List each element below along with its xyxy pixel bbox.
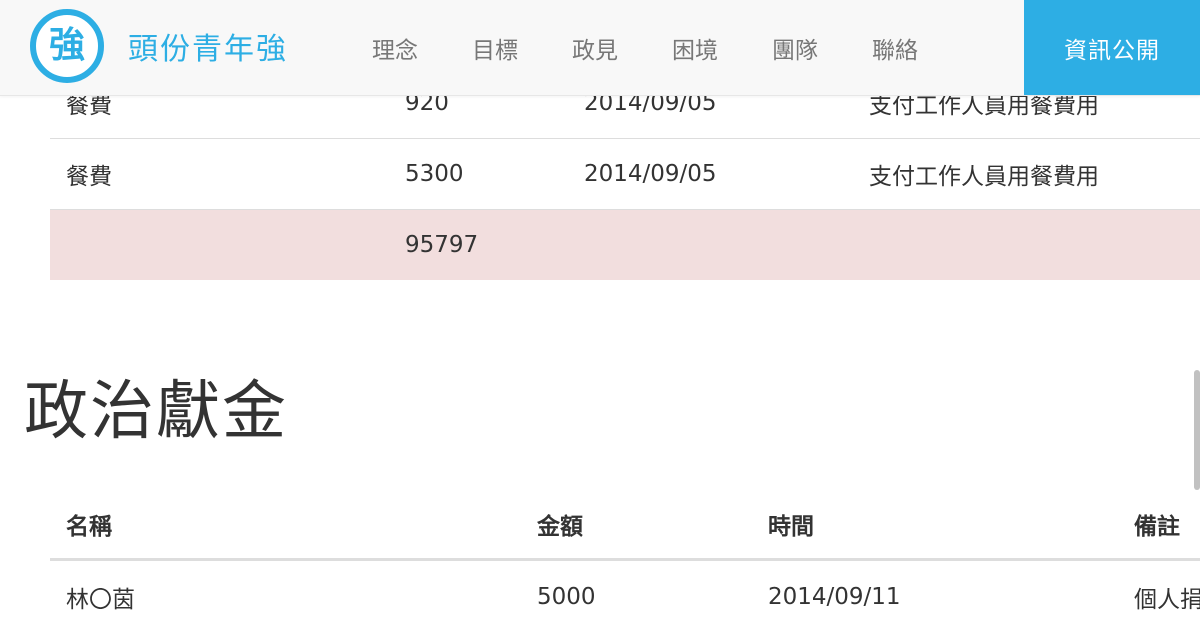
scrollbar-thumb[interactable] bbox=[1194, 370, 1200, 490]
navbar: 強 頭份青年強 理念 目標 政見 困境 團隊 聯絡 資訊公開 bbox=[0, 0, 1200, 96]
page: 餐費 920 2014/09/05 支付工作人員用餐費用 餐費 5300 201… bbox=[0, 0, 1200, 630]
column-header-amount: 金額 bbox=[521, 490, 752, 561]
column-header-time: 時間 bbox=[752, 490, 1118, 561]
donation-note: 個人捐 bbox=[1134, 587, 1200, 613]
brand-logo: 強 bbox=[30, 9, 104, 83]
donation-time: 2014/09/11 bbox=[768, 584, 901, 610]
nav-item-goals[interactable]: 目標 bbox=[445, 0, 545, 95]
table-header-row: 名稱 金額 時間 備註 bbox=[50, 490, 1200, 561]
nav-item-team[interactable]: 團隊 bbox=[745, 0, 845, 95]
nav-item-philosophy[interactable]: 理念 bbox=[345, 0, 445, 95]
table-row: 餐費 5300 2014/09/05 支付工作人員用餐費用 bbox=[50, 138, 1200, 210]
expense-date: 2014/09/05 bbox=[568, 138, 853, 210]
donor-name: 林〇茵 bbox=[66, 587, 135, 613]
total-label-cell bbox=[50, 209, 389, 280]
total-empty-cell bbox=[568, 209, 853, 280]
table-row: 林〇茵 5000 2014/09/11 個人捐 bbox=[50, 560, 1200, 630]
donation-table: 名稱 金額 時間 備註 林〇茵 5000 2014/09/11 個人捐 bbox=[50, 490, 1200, 630]
expense-table: 餐費 920 2014/09/05 支付工作人員用餐費用 餐費 5300 201… bbox=[50, 67, 1200, 280]
nav-item-contact[interactable]: 聯絡 bbox=[845, 0, 945, 95]
total-row: 95797 bbox=[50, 209, 1200, 280]
nav-item-disclosure[interactable]: 資訊公開 bbox=[1024, 0, 1200, 95]
expense-amount: 5300 bbox=[389, 138, 568, 210]
expense-item: 餐費 bbox=[50, 138, 389, 210]
expense-total: 95797 bbox=[389, 209, 568, 280]
nav-item-challenges[interactable]: 困境 bbox=[645, 0, 745, 95]
donation-amount: 5000 bbox=[537, 584, 596, 610]
brand-link[interactable]: 強 頭份青年強 bbox=[30, 6, 288, 86]
nav-item-platform[interactable]: 政見 bbox=[545, 0, 645, 95]
column-header-name: 名稱 bbox=[50, 490, 521, 561]
column-header-note: 備註 bbox=[1118, 490, 1200, 561]
expense-note: 支付工作人員用餐費用 bbox=[853, 138, 1200, 210]
section-title-donations: 政治獻金 bbox=[24, 375, 288, 449]
main-nav: 理念 目標 政見 困境 團隊 聯絡 資訊公開 bbox=[345, 0, 1200, 95]
total-empty-cell bbox=[853, 209, 1200, 280]
brand-name: 頭份青年強 bbox=[128, 32, 288, 67]
